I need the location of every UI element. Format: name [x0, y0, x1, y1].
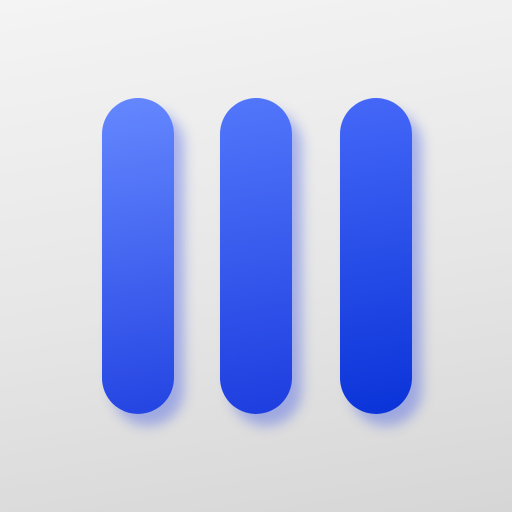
vertical-bar-3 [340, 98, 412, 414]
vertical-bar-2 [220, 98, 292, 414]
three-vertical-bars-icon [0, 0, 512, 512]
app-icon [0, 0, 512, 512]
vertical-bar-1 [102, 98, 174, 414]
